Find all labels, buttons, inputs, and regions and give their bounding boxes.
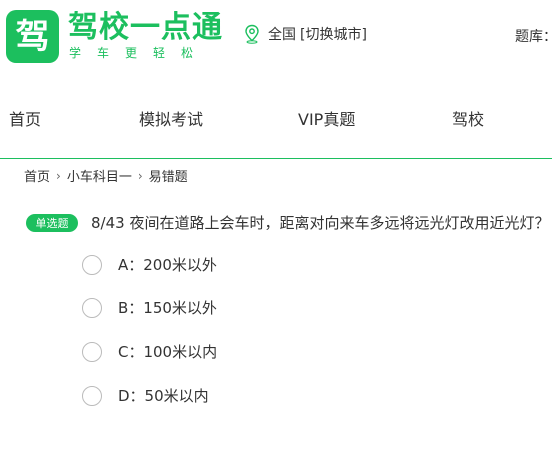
option-a[interactable]: A：200米以外 [82, 254, 217, 275]
nav-item-driving-school[interactable]: 驾校 [452, 106, 484, 130]
radio-button[interactable] [82, 385, 102, 406]
main-nav: 首页 模拟考试 VIP真题 驾校 [0, 86, 552, 146]
logo[interactable]: 驾 [6, 10, 59, 63]
chevron-right-icon: › [56, 168, 61, 183]
radio-button[interactable] [82, 297, 102, 318]
location-selector: 全国 [切换城市] [244, 24, 367, 44]
map-pin-icon [245, 24, 259, 44]
brand-slogan: 学车更轻松 [69, 46, 210, 60]
radio-button[interactable] [82, 254, 102, 275]
question-type-badge: 单选题 [26, 214, 78, 232]
question-bank-label[interactable]: 题库： [515, 26, 552, 46]
breadcrumb-home[interactable]: 首页 [24, 166, 50, 185]
option-label: A：200米以外 [118, 256, 217, 274]
nav-item-mock-exam[interactable]: 模拟考试 [139, 106, 203, 130]
option-label: C：100米以内 [118, 343, 218, 361]
breadcrumb-subject-one[interactable]: 小车科目一 [67, 166, 132, 185]
option-label: B：150米以外 [118, 299, 217, 317]
question-text: 8/43 夜间在道路上会车时，距离对向来车多远将远光灯改用近光灯？ [91, 214, 550, 232]
brand-name[interactable]: 驾校一点通 [68, 11, 223, 45]
current-city: 全国 [268, 27, 296, 43]
switch-city-link[interactable]: [切换城市] [300, 24, 367, 44]
nav-divider [0, 158, 552, 159]
header: 驾 驾校一点通 学车更轻松 全国 [切换城市] 题库： [0, 0, 552, 80]
breadcrumb-current: 易错题 [148, 170, 188, 185]
radio-button[interactable] [82, 341, 102, 362]
option-d[interactable]: D：50米以内 [82, 385, 209, 406]
logo-char: 驾 [15, 16, 50, 57]
option-c[interactable]: C：100米以内 [82, 341, 217, 362]
nav-item-vip-questions[interactable]: VIP真题 [298, 106, 355, 130]
breadcrumb: 首页 › 小车科目一 › 易错题 [24, 166, 188, 186]
option-b[interactable]: B：150米以外 [82, 297, 217, 318]
nav-item-home[interactable]: 首页 [9, 106, 41, 130]
option-label: D：50米以内 [118, 387, 209, 405]
chevron-right-icon: › [137, 168, 143, 183]
